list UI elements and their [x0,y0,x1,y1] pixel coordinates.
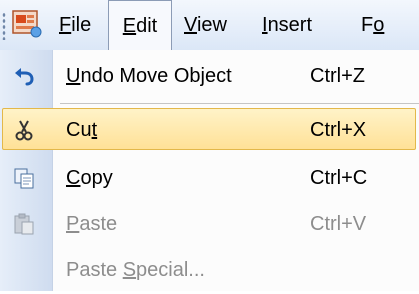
menu-insert[interactable]: Insert [262,0,312,50]
edit-menu-dropdown: Undo Move Object Ctrl+Z Cut Ctrl+X Copy … [0,50,419,291]
menu-item-undo[interactable]: Undo Move Object Ctrl+Z [0,52,419,100]
menu-item-label: Paste Special... [66,259,205,281]
shortcut-label: Ctrl+X [310,119,367,141]
menu-item-label: Cut [66,119,98,141]
menu-item-label: Undo Move Object [66,65,232,87]
menu-item-cut[interactable]: Cut Ctrl+X [0,106,419,154]
menu-item-copy[interactable]: Copy Ctrl+C [0,154,419,202]
undo-icon [15,68,34,86]
menu-item-paste-special[interactable]: Paste Special... [0,246,419,294]
copy-icon [14,168,34,189]
scissors-icon [15,120,33,141]
menu-view[interactable]: View [184,0,227,50]
menu-file[interactable]: File [59,0,91,50]
menu-bar: File Edit View Insert Fo [0,0,419,51]
menu-item-paste[interactable]: Paste Ctrl+V [0,200,419,248]
menu-format-partial[interactable]: Fo [361,0,384,50]
shortcut-label: Ctrl+V [310,213,367,235]
menu-item-label: Copy [66,167,113,189]
shortcut-label: Ctrl+Z [310,65,365,87]
powerpoint-app-icon[interactable] [10,7,42,39]
menu-edit[interactable]: Edit [108,0,172,51]
toolbar-grip[interactable] [2,12,6,40]
shortcut-label: Ctrl+C [310,167,368,189]
menu-separator [60,103,419,104]
paste-icon [14,213,34,235]
menu-item-label: Paste [66,213,118,235]
